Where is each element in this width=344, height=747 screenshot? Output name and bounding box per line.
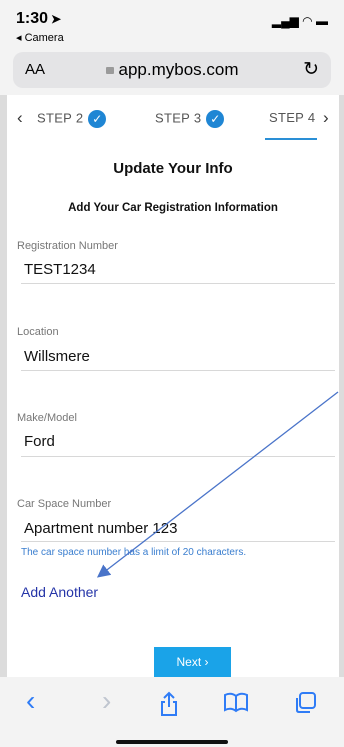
- annotation-arrow: [96, 391, 339, 578]
- forward-icon[interactable]: ›: [102, 685, 111, 717]
- bookmarks-icon[interactable]: [223, 691, 249, 719]
- home-indicator: [116, 740, 228, 744]
- back-icon[interactable]: ‹: [26, 685, 35, 717]
- browser-toolbar: ‹ ›: [0, 677, 344, 747]
- tabs-icon[interactable]: [293, 691, 317, 721]
- share-icon[interactable]: [158, 691, 180, 723]
